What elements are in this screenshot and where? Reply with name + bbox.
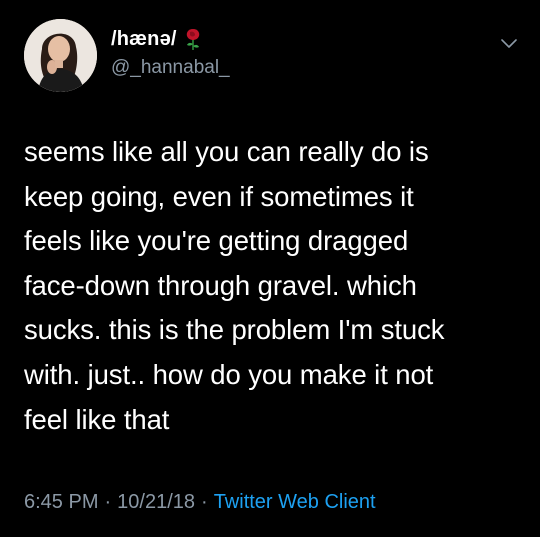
tweet-text: seems like all you can really do is keep… (24, 136, 445, 435)
display-name[interactable]: /hænə/ (111, 28, 177, 51)
tweet-date[interactable]: 10/21/18 (117, 491, 195, 514)
rose-icon (183, 27, 203, 51)
tweet-time[interactable]: 6:45 PM (24, 491, 98, 514)
avatar[interactable] (24, 19, 97, 92)
meta-separator: · (104, 491, 112, 513)
display-name-row: /hænə/ (111, 27, 230, 51)
tweet-card: /hænə/ @_hannabal_ seems like all you ca… (0, 0, 540, 537)
tweet-client-link[interactable]: Twitter Web Client (214, 491, 376, 514)
meta-separator: · (201, 491, 208, 513)
user-avatar-photo-icon (24, 19, 97, 92)
chevron-down-icon[interactable] (500, 36, 518, 50)
user-names: /hænə/ @_hannabal_ (111, 27, 230, 79)
tweet-meta: 6:45 PM · 10/21/18 · Twitter Web Client (24, 491, 376, 514)
user-handle[interactable]: @_hannabal_ (111, 57, 230, 79)
